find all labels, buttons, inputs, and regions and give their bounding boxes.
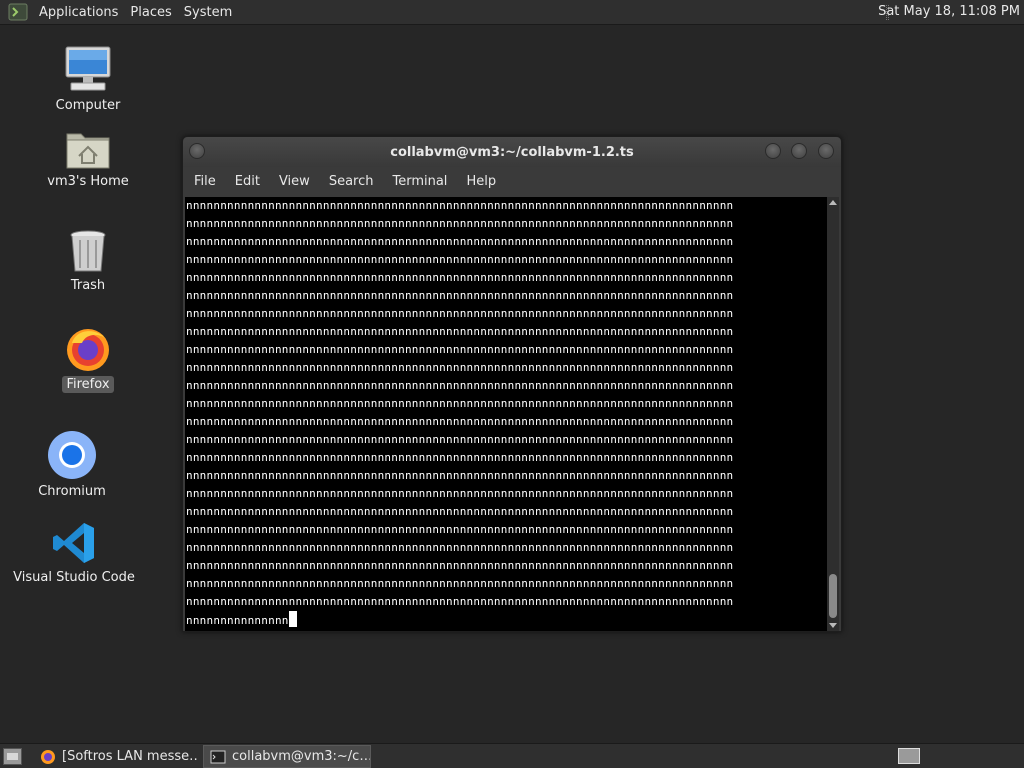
- terminal-line: nnnnnnnnnnnnnnnnnnnnnnnnnnnnnnnnnnnnnnnn…: [186, 505, 734, 518]
- terminal-line: nnnnnnnnnnnnnnnnnnnnnnnnnnnnnnnnnnnnnnnn…: [186, 487, 734, 500]
- terminal-line: nnnnnnnnnnnnnnnnnnnnnnnnnnnnnnnnnnnnnnnn…: [186, 415, 734, 428]
- firefox-icon: [67, 329, 109, 371]
- system-menu[interactable]: System: [178, 5, 238, 20]
- firefox-icon: [41, 749, 55, 764]
- applications-menu[interactable]: Applications: [33, 5, 124, 20]
- minimize-button[interactable]: [765, 143, 781, 159]
- terminal-line: nnnnnnnnnnnnnnnnnnnnnnnnnnnnnnnnnnnnnnnn…: [186, 397, 734, 410]
- terminal-line: nnnnnnnnnnnnnnnnnnnnnnnnnnnnnnnnnnnnnnnn…: [186, 325, 734, 338]
- menu-search[interactable]: Search: [321, 174, 382, 189]
- terminal-output[interactable]: nnnnnnnnnnnnnnnnnnnnnnnnnnnnnnnnnnnnnnnn…: [185, 197, 827, 631]
- terminal-line: nnnnnnnnnnnnnnnnnnnnnnnnnnnnnnnnnnnnnnnn…: [186, 469, 734, 482]
- desktop-icon-trash[interactable]: Trash: [48, 228, 128, 294]
- menu-terminal[interactable]: Terminal: [384, 174, 455, 189]
- terminal-menubar: File Edit View Search Terminal Help: [183, 167, 841, 196]
- taskbar-item-label: [Softros LAN messe…: [62, 749, 199, 764]
- terminal-line: nnnnnnnnnnnnnnnnnnnnnnnnnnnnnnnnnnnnnnnn…: [186, 433, 734, 446]
- menu-file[interactable]: File: [186, 174, 224, 189]
- terminal-line: nnnnnnnnnnnnnnnnnnnnnnnnnnnnnnnnnnnnnnnn…: [186, 451, 734, 464]
- chromium-icon: [48, 431, 96, 479]
- terminal-line: nnnnnnnnnnnnnnnnnnnnnnnnnnnnnnnnnnnnnnnn…: [186, 217, 734, 230]
- scrollbar-thumb[interactable]: [829, 574, 837, 618]
- desktop-icon-home[interactable]: vm3's Home: [38, 126, 138, 190]
- vscode-icon: [53, 523, 94, 563]
- bottom-panel: [Softros LAN messe… collabvm@vm3:~/c…: [0, 743, 1024, 768]
- workspace-switcher[interactable]: [898, 748, 920, 764]
- terminal-prompt-line: nnnnnnnnnnnnnnn: [185, 611, 827, 629]
- home-folder-icon: [66, 133, 110, 169]
- terminal-line: nnnnnnnnnnnnnnnnnnnnnnnnnnnnnnnnnnnnnnnn…: [186, 199, 734, 212]
- terminal-line: nnnnnnnnnnnnnnnnnnnnnnnnnnnnnnnnnnnnnnnn…: [186, 361, 734, 374]
- taskbar-item-softros[interactable]: [Softros LAN messe…: [34, 745, 199, 768]
- terminal-current-input: nnnnnnnnnnnnnnn: [186, 614, 289, 627]
- desktop-icon-computer[interactable]: Computer: [48, 44, 128, 114]
- terminal-scrollbar[interactable]: [827, 197, 839, 631]
- terminal-line: nnnnnnnnnnnnnnnnnnnnnnnnnnnnnnnnnnnnnnnn…: [186, 577, 734, 590]
- desktop-icon-vscode[interactable]: Visual Studio Code: [13, 520, 135, 586]
- mate-menu-icon[interactable]: [8, 2, 28, 22]
- terminal-window[interactable]: collabvm@vm3:~/collabvm-1.2.ts File Edit…: [182, 136, 842, 632]
- scroll-up-arrow-icon[interactable]: [829, 200, 837, 205]
- desktop-icon-label: Trash: [70, 278, 106, 293]
- terminal-line: nnnnnnnnnnnnnnnnnnnnnnnnnnnnnnnnnnnnnnnn…: [186, 253, 734, 266]
- taskbar-item-label: collabvm@vm3:~/c…: [232, 749, 371, 764]
- top-panel: Applications Places System Sat May 18, 1…: [0, 0, 1024, 25]
- desktop-icon-label: vm3's Home: [47, 174, 129, 189]
- terminal-line: nnnnnnnnnnnnnnnnnnnnnnnnnnnnnnnnnnnnnnnn…: [186, 235, 734, 248]
- clock[interactable]: Sat May 18, 11:08 PM: [878, 4, 1020, 19]
- show-desktop-icon[interactable]: [3, 748, 22, 765]
- desktop-icon-chromium[interactable]: Chromium: [32, 430, 112, 500]
- close-button[interactable]: [818, 143, 834, 159]
- desktop-icon-label: Chromium: [38, 484, 106, 499]
- places-menu[interactable]: Places: [124, 5, 177, 20]
- terminal-line: nnnnnnnnnnnnnnnnnnnnnnnnnnnnnnnnnnnnnnnn…: [186, 289, 734, 302]
- menu-edit[interactable]: Edit: [227, 174, 268, 189]
- terminal-line: nnnnnnnnnnnnnnnnnnnnnnnnnnnnnnnnnnnnnnnn…: [186, 307, 734, 320]
- desktop-icon-label: Visual Studio Code: [13, 570, 135, 585]
- computer-icon: [65, 46, 111, 91]
- window-titlebar[interactable]: collabvm@vm3:~/collabvm-1.2.ts: [183, 137, 841, 167]
- menu-help[interactable]: Help: [458, 174, 504, 189]
- desktop-icon-label: Firefox: [62, 376, 114, 393]
- maximize-button[interactable]: [791, 143, 807, 159]
- terminal-line: nnnnnnnnnnnnnnnnnnnnnnnnnnnnnnnnnnnnnnnn…: [186, 343, 734, 356]
- terminal-line: nnnnnnnnnnnnnnnnnnnnnnnnnnnnnnnnnnnnnnnn…: [186, 271, 734, 284]
- terminal-cursor: [288, 611, 297, 627]
- trash-icon: [70, 230, 106, 272]
- terminal-line: nnnnnnnnnnnnnnnnnnnnnnnnnnnnnnnnnnnnnnnn…: [186, 559, 734, 572]
- terminal-line: nnnnnnnnnnnnnnnnnnnnnnnnnnnnnnnnnnnnnnnn…: [186, 379, 734, 392]
- desktop-icon-firefox[interactable]: Firefox: [48, 325, 128, 393]
- terminal-line: nnnnnnnnnnnnnnnnnnnnnnnnnnnnnnnnnnnnnnnn…: [186, 595, 734, 608]
- terminal-line: nnnnnnnnnnnnnnnnnnnnnnnnnnnnnnnnnnnnnnnn…: [186, 541, 734, 554]
- terminal-icon: [210, 750, 226, 763]
- menu-view[interactable]: View: [271, 174, 318, 189]
- window-title: collabvm@vm3:~/collabvm-1.2.ts: [390, 145, 634, 160]
- scroll-down-arrow-icon[interactable]: [829, 623, 837, 628]
- taskbar-item-terminal[interactable]: collabvm@vm3:~/c…: [203, 745, 371, 768]
- terminal-line: nnnnnnnnnnnnnnnnnnnnnnnnnnnnnnnnnnnnnnnn…: [186, 523, 734, 536]
- desktop-icon-label: Computer: [55, 98, 121, 113]
